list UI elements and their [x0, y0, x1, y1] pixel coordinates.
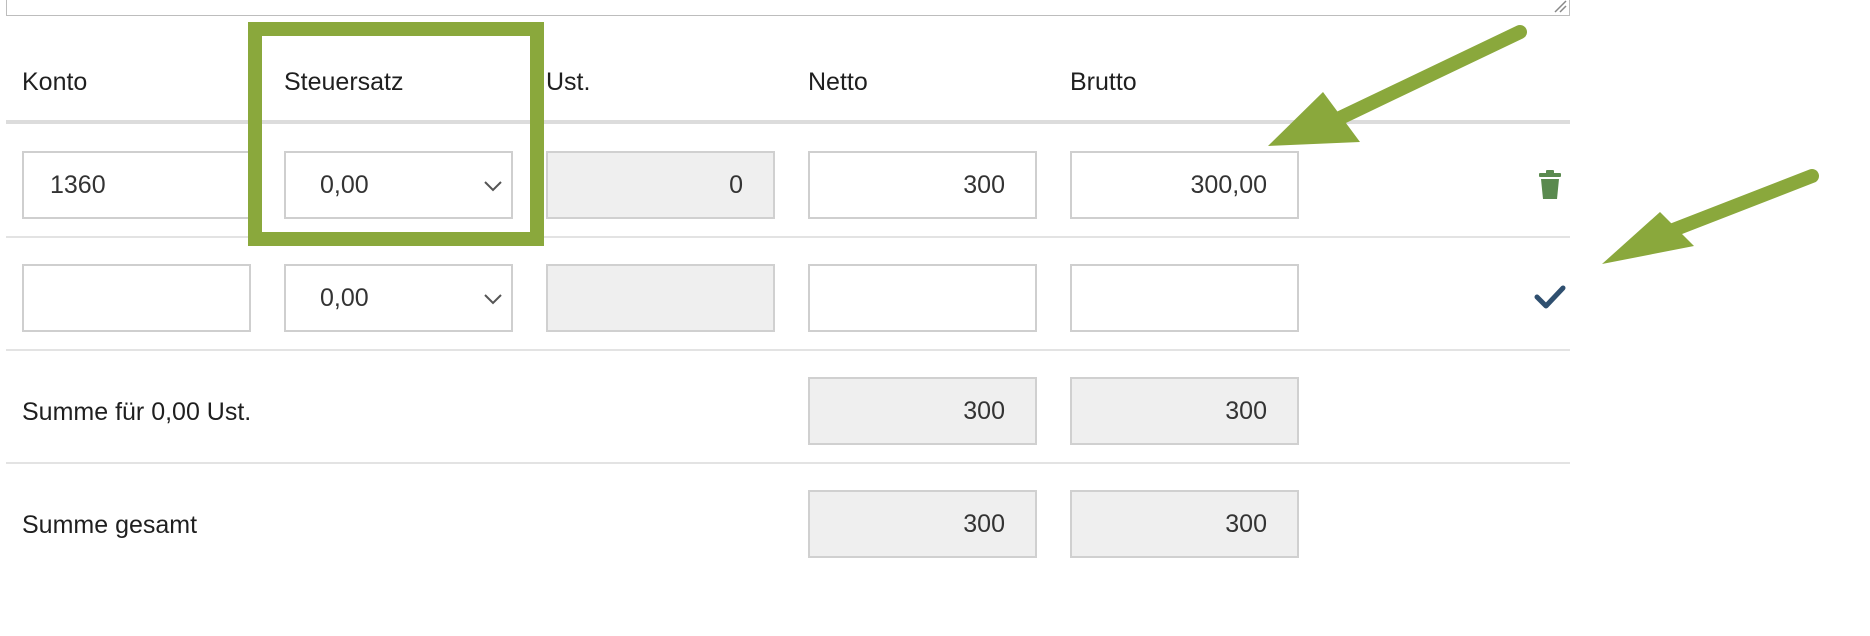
summary-label-tax: Summe für 0,00 Ust. — [22, 398, 252, 426]
ust-field — [546, 264, 775, 332]
steuersatz-select[interactable]: 0,00 — [284, 264, 513, 332]
header-steuersatz: Steuersatz — [284, 68, 404, 96]
chevron-down-icon — [484, 294, 502, 305]
row-divider — [6, 349, 1570, 351]
konto-input[interactable]: 1360 — [22, 151, 251, 219]
steuersatz-select[interactable]: 0,00 — [284, 151, 513, 219]
total-netto: 300 — [808, 490, 1037, 558]
notes-textarea[interactable] — [6, 0, 1570, 16]
steuersatz-value: 0,00 — [320, 170, 369, 199]
row-divider — [6, 236, 1570, 238]
header-netto: Netto — [808, 68, 868, 96]
konto-input[interactable] — [22, 264, 251, 332]
arrow-icon — [1602, 169, 1819, 264]
steuersatz-value: 0,00 — [320, 283, 369, 312]
summary-netto: 300 — [808, 377, 1037, 445]
chevron-down-icon — [484, 181, 502, 192]
total-brutto: 300 — [1070, 490, 1299, 558]
resize-grip-icon[interactable] — [1553, 0, 1567, 13]
header-brutto: Brutto — [1070, 68, 1137, 96]
netto-input[interactable]: 300 — [808, 151, 1037, 219]
brutto-input[interactable]: 300,00 — [1070, 151, 1299, 219]
brutto-input[interactable] — [1070, 264, 1299, 332]
header-ust: Ust. — [546, 68, 591, 96]
header-konto: Konto — [22, 68, 88, 96]
ust-field: 0 — [546, 151, 775, 219]
arrow-icon — [1268, 25, 1527, 146]
summary-brutto: 300 — [1070, 377, 1299, 445]
header-divider — [6, 120, 1570, 124]
trash-icon[interactable] — [1538, 170, 1562, 200]
netto-input[interactable] — [808, 264, 1037, 332]
summary-label-total: Summe gesamt — [22, 511, 198, 539]
row-divider — [6, 462, 1570, 464]
check-icon[interactable] — [1534, 284, 1566, 310]
